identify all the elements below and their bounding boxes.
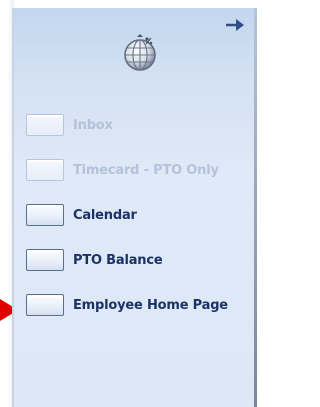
menu-item-pto-balance[interactable]: PTO Balance: [26, 247, 256, 273]
navigation-panel: Inbox Timecard - PTO Only Calendar PTO B…: [12, 8, 257, 407]
menu-item-label: Inbox: [73, 117, 113, 133]
inbox-button-icon: [26, 114, 64, 136]
menu-item-label: PTO Balance: [73, 252, 163, 268]
menu-item-label: Calendar: [73, 207, 137, 223]
pto-balance-button-icon: [26, 249, 64, 271]
menu-item-employee-home-page[interactable]: Employee Home Page: [26, 292, 256, 318]
menu-item-inbox[interactable]: Inbox: [26, 112, 256, 138]
globe-icon: [124, 34, 156, 71]
menu-item-label: Employee Home Page: [73, 297, 228, 313]
timecard-button-icon: [26, 159, 64, 181]
menu-item-label: Timecard - PTO Only: [73, 162, 219, 178]
calendar-button-icon: [26, 204, 64, 226]
menu-item-calendar[interactable]: Calendar: [26, 202, 256, 228]
menu-item-timecard-pto-only[interactable]: Timecard - PTO Only: [26, 157, 256, 183]
employee-home-page-button-icon: [26, 294, 64, 316]
arrow-right-icon[interactable]: [224, 16, 246, 34]
